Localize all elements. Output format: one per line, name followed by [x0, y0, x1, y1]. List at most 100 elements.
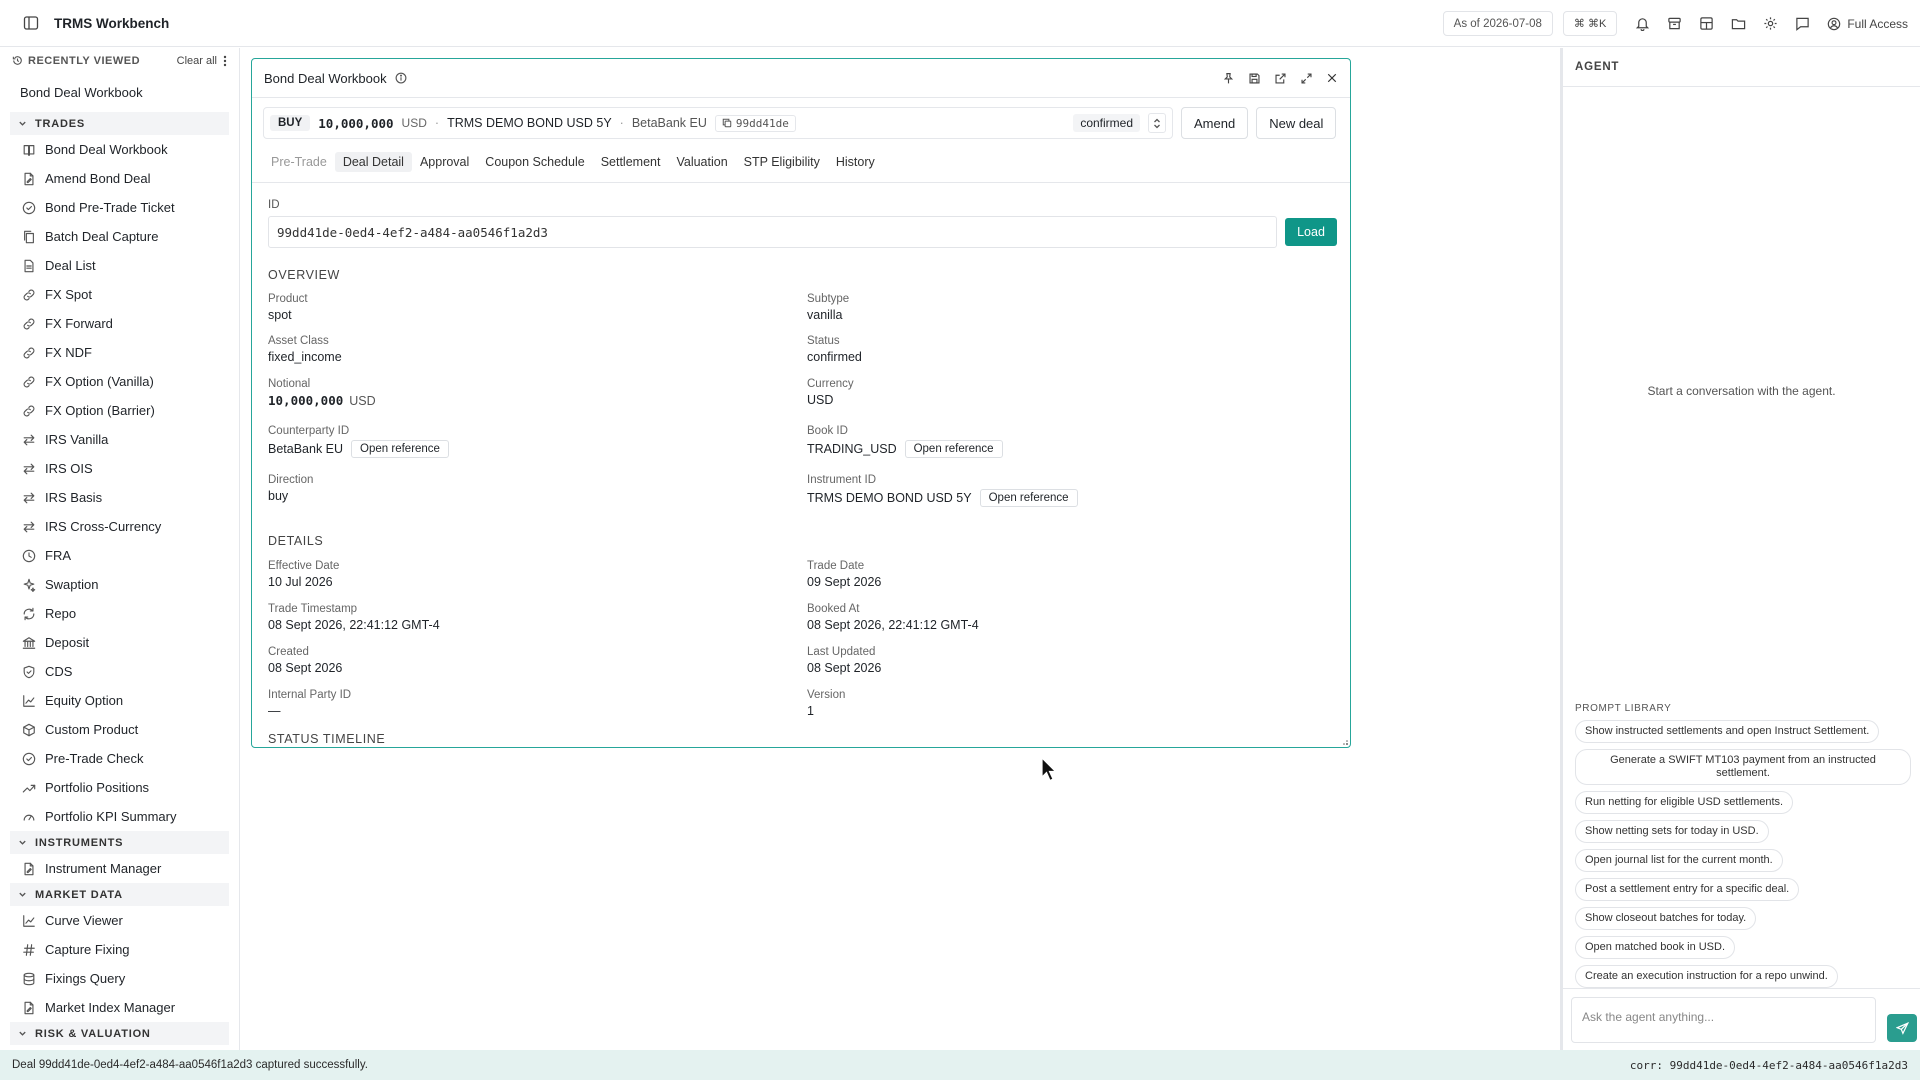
prompt-suggestion[interactable]: Open journal list for the current month. [1575, 849, 1783, 872]
copy-id-chip[interactable]: 99dd41de [714, 114, 796, 132]
last-updated-value: 08 Sept 2026 [807, 661, 882, 675]
sidebar-item-fx-forward[interactable]: FX Forward [0, 309, 239, 338]
sidebar-item-portfolio-positions[interactable]: Portfolio Positions [0, 773, 239, 802]
sidebar-item-fx-option-barrier[interactable]: FX Option (Barrier) [0, 396, 239, 425]
prompt-suggestion[interactable]: Run netting for eligible USD settlements… [1575, 791, 1794, 814]
panel-title: Bond Deal Workbook [264, 70, 387, 86]
instrument-open-reference-button[interactable]: Open reference [979, 489, 1078, 507]
more-vertical-icon[interactable] [223, 55, 227, 67]
counterparty-open-reference-button[interactable]: Open reference [351, 440, 449, 458]
sidebar-item-repo[interactable]: Repo [0, 599, 239, 628]
prompt-suggestion[interactable]: Show instructed settlements and open Ins… [1575, 720, 1880, 743]
sidebar-item-amend-bond-deal[interactable]: Amend Bond Deal [0, 164, 239, 193]
gauge-icon [22, 810, 36, 824]
sidebar-item-fixings-query[interactable]: Fixings Query [0, 964, 239, 993]
resize-handle-icon[interactable] [1342, 739, 1348, 745]
sidebar-item-custom-product[interactable]: Custom Product [0, 715, 239, 744]
agent-empty-state: Start a conversation with the agent. [1647, 384, 1836, 398]
folder-icon[interactable] [1727, 13, 1749, 35]
maximize-icon[interactable] [1298, 70, 1314, 86]
chevron-up-down-icon[interactable] [1148, 113, 1166, 133]
instrument-label: Instrument ID [807, 474, 877, 486]
prompt-suggestion[interactable]: Post a settlement entry for a specific d… [1575, 878, 1800, 901]
external-link-icon[interactable] [1272, 70, 1288, 86]
section-header-trades[interactable]: TRADES [10, 112, 229, 135]
prompt-suggestion[interactable]: Create an execution instruction for a re… [1575, 965, 1838, 988]
sidebar-item-bond-deal-workbook[interactable]: Bond Deal Workbook [0, 135, 239, 164]
sidebar-item-irs-vanilla[interactable]: IRS Vanilla [0, 425, 239, 454]
sidebar-item-batch-deal-capture[interactable]: Batch Deal Capture [0, 222, 239, 251]
layout-grid-icon[interactable] [1695, 13, 1717, 35]
details-grid: Effective Date 10 Jul 2026 Trade Date 09… [268, 560, 1338, 732]
section-header-risk-valuation[interactable]: RISK & VALUATION [10, 1022, 229, 1045]
swap-arrows-icon [22, 491, 36, 505]
sidebar-item-curve-viewer[interactable]: Curve Viewer [0, 906, 239, 935]
gear-icon[interactable] [1759, 13, 1781, 35]
status-selector[interactable]: confirmed [1073, 113, 1166, 133]
full-access-indicator[interactable]: Full Access [1827, 17, 1908, 31]
tab-pre-trade[interactable]: Pre-Trade [263, 152, 335, 172]
sidebar-item-fx-spot[interactable]: FX Spot [0, 280, 239, 309]
tab-valuation[interactable]: Valuation [668, 152, 735, 172]
sidebar-item-irs-ois[interactable]: IRS OIS [0, 454, 239, 483]
sparkle-icon [22, 578, 36, 592]
sidebar-item-label: Market Index Manager [45, 1000, 176, 1015]
load-button[interactable]: Load [1285, 218, 1337, 246]
tab-coupon-schedule[interactable]: Coupon Schedule [477, 152, 592, 172]
notional-currency: USD [349, 393, 376, 408]
sidebar-item-instrument-manager[interactable]: Instrument Manager [0, 854, 239, 883]
command-palette-button[interactable]: ⌘ ⌘K [1562, 11, 1618, 36]
tab-settlement[interactable]: Settlement [593, 152, 669, 172]
archive-icon[interactable] [1663, 13, 1685, 35]
clear-all-button[interactable]: Clear all [177, 55, 217, 67]
sidebar-toggle-icon[interactable] [20, 12, 42, 34]
tab-approval[interactable]: Approval [412, 152, 477, 172]
sidebar-item-bond-pre-trade-ticket[interactable]: Bond Pre-Trade Ticket [0, 193, 239, 222]
sidebar-item-fra[interactable]: FRA [0, 541, 239, 570]
sidebar-item-equity-option[interactable]: Equity Option [0, 686, 239, 715]
as-of-date-button[interactable]: As of 2026-07-08 [1442, 11, 1553, 36]
tab-history[interactable]: History [828, 152, 883, 172]
sidebar-item-irs-basis[interactable]: IRS Basis [0, 483, 239, 512]
id-label: ID [268, 199, 280, 211]
bell-icon[interactable] [1631, 13, 1653, 35]
sidebar-item-pre-trade-check[interactable]: Pre-Trade Check [0, 744, 239, 773]
sidebar-item-capture-fixing[interactable]: Capture Fixing [0, 935, 239, 964]
prompt-suggestion[interactable]: Show closeout batches for today. [1575, 907, 1757, 930]
sidebar-item-irs-cross-currency[interactable]: IRS Cross-Currency [0, 512, 239, 541]
effective-date-label: Effective Date [268, 560, 340, 572]
chat-icon[interactable] [1791, 13, 1813, 35]
new-deal-button[interactable]: New deal [1256, 107, 1337, 139]
sidebar-item-fx-option-vanilla[interactable]: FX Option (Vanilla) [0, 367, 239, 396]
book-open-reference-button[interactable]: Open reference [904, 440, 1003, 458]
tab-stp-eligibility[interactable]: STP Eligibility [736, 152, 828, 172]
prompt-list: Show instructed settlements and open Ins… [1575, 720, 1915, 994]
sidebar-item-deal-list[interactable]: Deal List [0, 251, 239, 280]
prompt-row: Open journal list for the current month. [1575, 849, 1915, 878]
sidebar-item-portfolio-kpi-summary[interactable]: Portfolio KPI Summary [0, 802, 239, 831]
tab-deal-detail[interactable]: Deal Detail [334, 152, 412, 172]
trade-timestamp-label: Trade Timestamp [268, 603, 358, 615]
sidebar-item-market-index-manager[interactable]: Market Index Manager [0, 993, 239, 1022]
sidebar-item-cds[interactable]: CDS [0, 657, 239, 686]
deal-id-input[interactable]: 99dd41de-0ed4-4ef2-a484-aa0546f1a2d3 [268, 216, 1277, 248]
sidebar-item-fx-ndf[interactable]: FX NDF [0, 338, 239, 367]
pin-icon[interactable] [1220, 70, 1236, 86]
effective-date-field: Effective Date 10 Jul 2026 [268, 560, 807, 603]
section-header-market-data[interactable]: MARKET DATA [10, 883, 229, 906]
sidebar-item-swaption[interactable]: Swaption [0, 570, 239, 599]
recent-item[interactable]: Bond Deal Workbook [0, 73, 239, 112]
agent-message-input[interactable]: Ask the agent anything... [1571, 997, 1876, 1043]
sidebar-item-label: Instrument Manager [45, 861, 162, 876]
close-icon[interactable] [1324, 70, 1340, 86]
prompt-suggestion[interactable]: Show netting sets for today in USD. [1575, 820, 1769, 843]
send-icon[interactable] [1887, 1014, 1917, 1042]
book-icon [22, 143, 36, 157]
prompt-suggestion[interactable]: Generate a SWIFT MT103 payment from an i… [1575, 749, 1911, 785]
sidebar-item-deposit[interactable]: Deposit [0, 628, 239, 657]
prompt-suggestion[interactable]: Open matched book in USD. [1575, 936, 1736, 959]
info-icon[interactable] [395, 72, 407, 84]
save-icon[interactable] [1246, 70, 1262, 86]
amend-button[interactable]: Amend [1181, 107, 1249, 139]
section-header-instruments[interactable]: INSTRUMENTS [10, 831, 229, 854]
